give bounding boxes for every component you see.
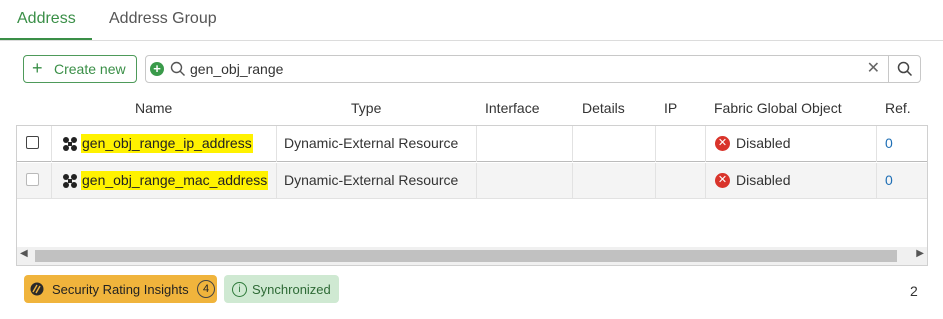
row-ref-link[interactable]: 0 bbox=[885, 163, 893, 198]
search-input[interactable] bbox=[190, 59, 850, 79]
search-button-icon bbox=[897, 61, 913, 77]
plus-icon: + bbox=[32, 58, 43, 78]
column-header-details[interactable]: Details bbox=[582, 100, 625, 116]
row-checkbox[interactable] bbox=[26, 136, 39, 149]
info-icon: i bbox=[232, 282, 247, 297]
create-new-label: Create new bbox=[54, 61, 126, 77]
total-count: 2 bbox=[910, 283, 918, 299]
tab-address-group[interactable]: Address Group bbox=[109, 0, 217, 40]
column-header-interface[interactable]: Interface bbox=[485, 100, 539, 116]
row-fabric-status: Disabled bbox=[736, 135, 791, 151]
column-header-ip[interactable]: IP bbox=[664, 100, 677, 116]
address-table: gen_obj_range_ip_address Dynamic-Externa… bbox=[16, 125, 928, 266]
table-row[interactable]: gen_obj_range_mac_address Dynamic-Extern… bbox=[17, 163, 927, 199]
clear-search-icon[interactable]: ✕ bbox=[867, 60, 880, 78]
disabled-status-icon: ✕ bbox=[715, 173, 730, 188]
add-filter-icon[interactable]: + bbox=[150, 62, 164, 76]
scrollbar-thumb[interactable] bbox=[35, 250, 897, 262]
security-rating-icon bbox=[30, 282, 44, 296]
security-rating-count: 4 bbox=[197, 280, 215, 298]
create-new-button[interactable]: + Create new bbox=[23, 55, 137, 83]
column-header-ref[interactable]: Ref. bbox=[885, 100, 911, 116]
row-name[interactable]: gen_obj_range_ip_address bbox=[81, 134, 253, 153]
search-button[interactable] bbox=[888, 55, 921, 83]
row-type: Dynamic-External Resource bbox=[284, 135, 459, 151]
tab-bar: Address Address Group bbox=[0, 0, 943, 41]
table-row[interactable]: gen_obj_range_ip_address Dynamic-Externa… bbox=[17, 126, 927, 162]
dynamic-resource-icon bbox=[63, 174, 77, 188]
row-checkbox[interactable] bbox=[26, 173, 39, 186]
security-rating-insights-button[interactable]: Security Rating Insights 4 bbox=[24, 275, 217, 303]
tab-address[interactable]: Address bbox=[0, 0, 92, 40]
search-icon bbox=[170, 61, 185, 76]
synchronized-label: Synchronized bbox=[252, 282, 331, 297]
disabled-status-icon: ✕ bbox=[715, 136, 730, 151]
horizontal-scrollbar[interactable]: ◀ ▶ bbox=[17, 247, 927, 265]
row-name[interactable]: gen_obj_range_mac_address bbox=[81, 171, 269, 190]
dynamic-resource-icon bbox=[63, 137, 77, 151]
row-ref-link[interactable]: 0 bbox=[885, 126, 893, 161]
row-fabric-status: Disabled bbox=[736, 172, 791, 188]
scroll-right-icon[interactable]: ▶ bbox=[916, 248, 924, 259]
search-box[interactable]: + ✕ bbox=[145, 55, 889, 83]
synchronized-badge: i Synchronized bbox=[224, 275, 339, 303]
row-type: Dynamic-External Resource bbox=[284, 172, 459, 188]
column-header-type[interactable]: Type bbox=[351, 100, 381, 116]
column-header-fabric-global-object[interactable]: Fabric Global Object bbox=[714, 100, 842, 116]
column-header-name[interactable]: Name bbox=[135, 100, 172, 116]
security-rating-label: Security Rating Insights bbox=[52, 282, 189, 297]
scroll-left-icon[interactable]: ◀ bbox=[20, 248, 28, 259]
